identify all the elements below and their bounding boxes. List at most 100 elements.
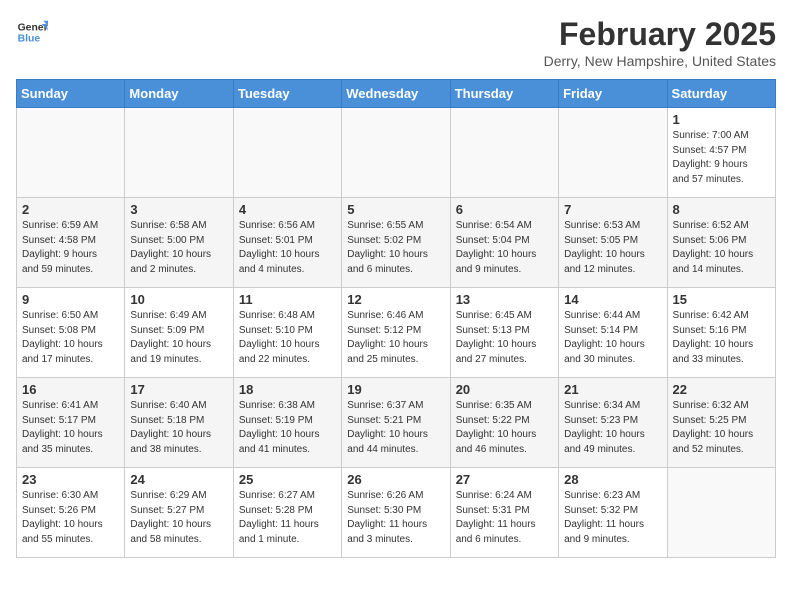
day-cell: 7 Sunrise: 6:53 AM Sunset: 5:05 PM Daylig… [559, 198, 667, 288]
weekday-header-thursday: Thursday [450, 80, 558, 108]
day-info: Sunrise: 6:55 AM Sunset: 5:02 PM Dayligh… [347, 219, 444, 277]
day-cell [125, 108, 233, 198]
day-number: 4 [239, 202, 336, 217]
day-cell [17, 108, 125, 198]
day-number: 5 [347, 202, 444, 217]
week-row-4: 16 Sunrise: 6:41 AM Sunset: 5:17 PM Dayli… [17, 378, 776, 468]
day-number: 13 [456, 292, 553, 307]
day-cell: 13 Sunrise: 6:45 AM Sunset: 5:13 PM Dayli… [450, 288, 558, 378]
day-cell: 26 Sunrise: 6:26 AM Sunset: 5:30 PM Dayli… [342, 468, 450, 558]
day-cell: 1Sunrise: 7:00 AM Sunset: 4:57 PM Daylig… [667, 108, 775, 198]
day-number: 6 [456, 202, 553, 217]
day-cell: 12 Sunrise: 6:46 AM Sunset: 5:12 PM Dayli… [342, 288, 450, 378]
day-info: Sunrise: 6:53 AM Sunset: 5:05 PM Dayligh… [564, 219, 661, 277]
day-info: Sunrise: 6:59 AM Sunset: 4:58 PM Dayligh… [22, 219, 119, 277]
weekday-header-tuesday: Tuesday [233, 80, 341, 108]
day-number: 18 [239, 382, 336, 397]
svg-text:Blue: Blue [18, 34, 41, 45]
day-cell [342, 108, 450, 198]
day-number: 23 [22, 472, 119, 487]
day-cell: 14 Sunrise: 6:44 AM Sunset: 5:14 PM Dayli… [559, 288, 667, 378]
day-info: Sunrise: 6:58 AM Sunset: 5:00 PM Dayligh… [130, 219, 227, 277]
day-cell [233, 108, 341, 198]
weekday-header-row: SundayMondayTuesdayWednesdayThursdayFrid… [17, 80, 776, 108]
day-cell: 27 Sunrise: 6:24 AM Sunset: 5:31 PM Dayli… [450, 468, 558, 558]
day-cell: 11Sunrise: 6:48 AM Sunset: 5:10 PM Dayli… [233, 288, 341, 378]
day-cell: 20Sunrise: 6:35 AM Sunset: 5:22 PM Dayli… [450, 378, 558, 468]
day-number: 17 [130, 382, 227, 397]
day-number: 28 [564, 472, 661, 487]
day-info: Sunrise: 6:26 AM Sunset: 5:30 PM Dayligh… [347, 489, 444, 547]
day-cell: 8 Sunrise: 6:52 AM Sunset: 5:06 PM Daylig… [667, 198, 775, 288]
day-number: 26 [347, 472, 444, 487]
day-number: 15 [673, 292, 770, 307]
day-number: 10 [130, 292, 227, 307]
day-number: 22 [673, 382, 770, 397]
day-cell [450, 108, 558, 198]
day-info: Sunrise: 6:54 AM Sunset: 5:04 PM Dayligh… [456, 219, 553, 277]
day-info: Sunrise: 6:40 AM Sunset: 5:18 PM Dayligh… [130, 399, 227, 457]
day-info: Sunrise: 6:24 AM Sunset: 5:31 PM Dayligh… [456, 489, 553, 547]
week-row-2: 2 Sunrise: 6:59 AM Sunset: 4:58 PM Daylig… [17, 198, 776, 288]
weekday-header-saturday: Saturday [667, 80, 775, 108]
day-cell: 3 Sunrise: 6:58 AM Sunset: 5:00 PM Daylig… [125, 198, 233, 288]
day-cell: 17 Sunrise: 6:40 AM Sunset: 5:18 PM Dayli… [125, 378, 233, 468]
day-cell: 10 Sunrise: 6:49 AM Sunset: 5:09 PM Dayli… [125, 288, 233, 378]
day-info: Sunrise: 6:30 AM Sunset: 5:26 PM Dayligh… [22, 489, 119, 547]
header: General Blue February 2025 Derry, New Ha… [16, 16, 776, 69]
day-number: 19 [347, 382, 444, 397]
day-cell: 24 Sunrise: 6:29 AM Sunset: 5:27 PM Dayli… [125, 468, 233, 558]
day-info: Sunrise: 6:38 AM Sunset: 5:19 PM Dayligh… [239, 399, 336, 457]
day-info: Sunrise: 6:29 AM Sunset: 5:27 PM Dayligh… [130, 489, 227, 547]
day-cell: 22 Sunrise: 6:32 AM Sunset: 5:25 PM Dayli… [667, 378, 775, 468]
day-number: 8 [673, 202, 770, 217]
week-row-5: 23 Sunrise: 6:30 AM Sunset: 5:26 PM Dayli… [17, 468, 776, 558]
day-info: Sunrise: 6:49 AM Sunset: 5:09 PM Dayligh… [130, 309, 227, 367]
calendar-table: SundayMondayTuesdayWednesdayThursdayFrid… [16, 79, 776, 558]
day-cell: 9 Sunrise: 6:50 AM Sunset: 5:08 PM Daylig… [17, 288, 125, 378]
week-row-3: 9 Sunrise: 6:50 AM Sunset: 5:08 PM Daylig… [17, 288, 776, 378]
day-info: Sunrise: 6:23 AM Sunset: 5:32 PM Dayligh… [564, 489, 661, 547]
day-cell: 15 Sunrise: 6:42 AM Sunset: 5:16 PM Dayli… [667, 288, 775, 378]
day-cell: 5 Sunrise: 6:55 AM Sunset: 5:02 PM Daylig… [342, 198, 450, 288]
day-number: 14 [564, 292, 661, 307]
day-number: 12 [347, 292, 444, 307]
weekday-header-wednesday: Wednesday [342, 80, 450, 108]
day-info: Sunrise: 6:45 AM Sunset: 5:13 PM Dayligh… [456, 309, 553, 367]
day-cell: 2 Sunrise: 6:59 AM Sunset: 4:58 PM Daylig… [17, 198, 125, 288]
day-info: Sunrise: 7:00 AM Sunset: 4:57 PM Dayligh… [673, 129, 770, 187]
day-info: Sunrise: 6:52 AM Sunset: 5:06 PM Dayligh… [673, 219, 770, 277]
day-info: Sunrise: 6:27 AM Sunset: 5:28 PM Dayligh… [239, 489, 336, 547]
day-cell: 18 Sunrise: 6:38 AM Sunset: 5:19 PM Dayli… [233, 378, 341, 468]
title-area: February 2025 Derry, New Hampshire, Unit… [544, 16, 776, 69]
day-info: Sunrise: 6:35 AM Sunset: 5:22 PM Dayligh… [456, 399, 553, 457]
day-info: Sunrise: 6:44 AM Sunset: 5:14 PM Dayligh… [564, 309, 661, 367]
day-cell: 28 Sunrise: 6:23 AM Sunset: 5:32 PM Dayli… [559, 468, 667, 558]
day-info: Sunrise: 6:34 AM Sunset: 5:23 PM Dayligh… [564, 399, 661, 457]
day-number: 21 [564, 382, 661, 397]
weekday-header-friday: Friday [559, 80, 667, 108]
calendar-subtitle: Derry, New Hampshire, United States [544, 53, 776, 69]
day-cell: 16 Sunrise: 6:41 AM Sunset: 5:17 PM Dayli… [17, 378, 125, 468]
week-row-1: 1Sunrise: 7:00 AM Sunset: 4:57 PM Daylig… [17, 108, 776, 198]
day-cell: 25Sunrise: 6:27 AM Sunset: 5:28 PM Dayli… [233, 468, 341, 558]
day-number: 24 [130, 472, 227, 487]
day-number: 3 [130, 202, 227, 217]
day-number: 16 [22, 382, 119, 397]
logo: General Blue [16, 16, 48, 48]
day-info: Sunrise: 6:32 AM Sunset: 5:25 PM Dayligh… [673, 399, 770, 457]
day-number: 9 [22, 292, 119, 307]
day-info: Sunrise: 6:56 AM Sunset: 5:01 PM Dayligh… [239, 219, 336, 277]
weekday-header-monday: Monday [125, 80, 233, 108]
day-number: 2 [22, 202, 119, 217]
day-info: Sunrise: 6:41 AM Sunset: 5:17 PM Dayligh… [22, 399, 119, 457]
day-info: Sunrise: 6:37 AM Sunset: 5:21 PM Dayligh… [347, 399, 444, 457]
day-cell [667, 468, 775, 558]
day-info: Sunrise: 6:42 AM Sunset: 5:16 PM Dayligh… [673, 309, 770, 367]
day-cell [559, 108, 667, 198]
day-info: Sunrise: 6:50 AM Sunset: 5:08 PM Dayligh… [22, 309, 119, 367]
day-number: 7 [564, 202, 661, 217]
day-number: 27 [456, 472, 553, 487]
day-info: Sunrise: 6:46 AM Sunset: 5:12 PM Dayligh… [347, 309, 444, 367]
day-number: 11 [239, 292, 336, 307]
